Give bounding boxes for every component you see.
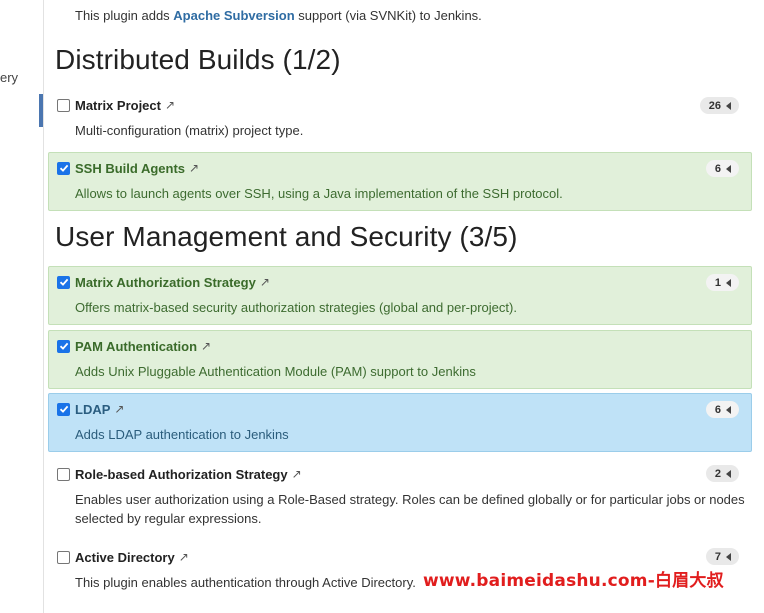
dependency-count-badge[interactable]: 2: [705, 465, 739, 482]
plugin-description: Offers matrix-based security authorizati…: [75, 300, 517, 315]
plugin-checkbox[interactable]: [57, 339, 70, 353]
plugin-name[interactable]: Active Directory: [75, 550, 175, 565]
plugin-item-ssh-build-agents[interactable]: SSH Build Agents ↗ Allows to launch agen…: [48, 152, 752, 211]
plugin-item-matrix-project[interactable]: Matrix Project ↗ Multi-configuration (ma…: [48, 90, 752, 146]
caret-left-icon: [726, 552, 731, 561]
dependency-count-badge[interactable]: 7: [705, 548, 739, 565]
dependency-count-badge[interactable]: 26: [699, 97, 739, 114]
external-link-icon[interactable]: ↗: [292, 467, 302, 481]
caret-left-icon: [726, 469, 731, 478]
plugin-item-ldap[interactable]: LDAP ↗ Adds LDAP authentication to Jenki…: [48, 393, 752, 452]
external-link-icon[interactable]: ↗: [201, 339, 211, 353]
plugin-description: Multi-configuration (matrix) project typ…: [75, 123, 304, 138]
caret-left-icon: [726, 164, 731, 173]
caret-left-icon: [726, 405, 731, 414]
plugin-description: Allows to launch agents over SSH, using …: [75, 186, 563, 201]
plugin-item-role-based-authorization-strategy[interactable]: Role-based Authorization Strategy ↗ Enab…: [48, 458, 752, 534]
dependency-count-badge[interactable]: 6: [705, 160, 739, 177]
external-link-icon[interactable]: ↗: [260, 275, 270, 289]
section-title-distributed-builds: Distributed Builds (1/2): [55, 44, 341, 75]
sidebar-fragment-text: ery: [0, 70, 19, 85]
external-link-icon[interactable]: ↗: [114, 402, 124, 416]
watermark: www.baimeidashu.com-白眉大叔: [423, 571, 724, 591]
plugin-checkbox[interactable]: [57, 161, 70, 175]
external-link-icon[interactable]: ↗: [165, 98, 175, 112]
plugin-item-matrix-authorization-strategy[interactable]: Matrix Authorization Strategy ↗ Offers m…: [48, 266, 752, 325]
external-link-icon[interactable]: ↗: [179, 550, 189, 564]
external-link-icon[interactable]: ↗: [189, 161, 199, 175]
left-sidebar: ery: [0, 0, 44, 613]
plugin-description: Adds LDAP authentication to Jenkins: [75, 427, 289, 442]
plugin-description: Adds Unix Pluggable Authentication Modul…: [75, 364, 476, 379]
section-title-user-management-security: User Management and Security (3/5): [55, 221, 518, 252]
plugin-checkbox[interactable]: [57, 275, 70, 289]
plugin-description: Enables user authorization using a Role-…: [75, 492, 745, 526]
plugin-name[interactable]: PAM Authentication: [75, 339, 197, 354]
plugin-name[interactable]: Role-based Authorization Strategy: [75, 467, 288, 482]
dependency-count-badge[interactable]: 1: [705, 274, 739, 291]
apache-subversion-link[interactable]: Apache Subversion: [173, 8, 294, 23]
plugin-checkbox[interactable]: [57, 467, 70, 481]
dependency-count-badge[interactable]: 6: [705, 401, 739, 418]
plugin-name[interactable]: Matrix Authorization Strategy: [75, 275, 256, 290]
caret-left-icon: [726, 278, 731, 287]
sidebar-active-indicator: [39, 94, 43, 127]
plugin-checkbox[interactable]: [57, 550, 70, 564]
plugin-name[interactable]: LDAP: [75, 402, 110, 417]
plugin-name[interactable]: SSH Build Agents: [75, 161, 185, 176]
plugin-list: This plugin adds Apache Subversion suppo…: [44, 0, 764, 613]
plugin-checkbox[interactable]: [57, 98, 70, 112]
plugin-description-subversion: This plugin adds Apache Subversion suppo…: [75, 8, 482, 23]
plugin-checkbox[interactable]: [57, 402, 70, 416]
plugin-name[interactable]: Matrix Project: [75, 98, 161, 113]
caret-left-icon: [726, 101, 731, 110]
plugin-item-pam-authentication[interactable]: PAM Authentication ↗ Adds Unix Pluggable…: [48, 330, 752, 389]
